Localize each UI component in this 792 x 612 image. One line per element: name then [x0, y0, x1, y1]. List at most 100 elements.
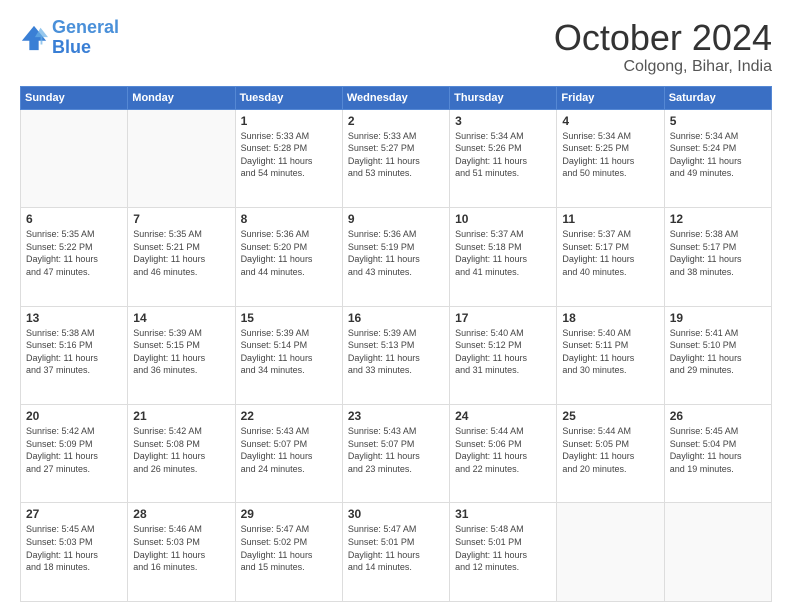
col-monday: Monday: [128, 86, 235, 109]
day-info: Sunrise: 5:34 AM Sunset: 5:25 PM Dayligh…: [562, 130, 658, 180]
calendar-header-row: Sunday Monday Tuesday Wednesday Thursday…: [21, 86, 772, 109]
day-number: 24: [455, 409, 551, 423]
day-info: Sunrise: 5:43 AM Sunset: 5:07 PM Dayligh…: [241, 425, 337, 475]
day-number: 28: [133, 507, 229, 521]
day-info: Sunrise: 5:34 AM Sunset: 5:24 PM Dayligh…: [670, 130, 766, 180]
table-row: 13 Sunrise: 5:38 AM Sunset: 5:16 PM Dayli…: [21, 306, 128, 404]
table-row: 10 Sunrise: 5:37 AM Sunset: 5:18 PM Dayli…: [450, 208, 557, 306]
day-info: Sunrise: 5:40 AM Sunset: 5:11 PM Dayligh…: [562, 327, 658, 377]
day-info: Sunrise: 5:37 AM Sunset: 5:18 PM Dayligh…: [455, 228, 551, 278]
day-number: 8: [241, 212, 337, 226]
table-row: 11 Sunrise: 5:37 AM Sunset: 5:17 PM Dayli…: [557, 208, 664, 306]
day-info: Sunrise: 5:46 AM Sunset: 5:03 PM Dayligh…: [133, 523, 229, 573]
col-friday: Friday: [557, 86, 664, 109]
col-sunday: Sunday: [21, 86, 128, 109]
day-info: Sunrise: 5:47 AM Sunset: 5:01 PM Dayligh…: [348, 523, 444, 573]
table-row: [557, 503, 664, 602]
col-tuesday: Tuesday: [235, 86, 342, 109]
day-number: 7: [133, 212, 229, 226]
title-block: October 2024 Colgong, Bihar, India: [554, 18, 772, 76]
day-info: Sunrise: 5:44 AM Sunset: 5:05 PM Dayligh…: [562, 425, 658, 475]
table-row: 30 Sunrise: 5:47 AM Sunset: 5:01 PM Dayli…: [342, 503, 449, 602]
day-number: 9: [348, 212, 444, 226]
day-number: 1: [241, 114, 337, 128]
day-info: Sunrise: 5:42 AM Sunset: 5:09 PM Dayligh…: [26, 425, 122, 475]
day-number: 17: [455, 311, 551, 325]
day-number: 22: [241, 409, 337, 423]
table-row: 7 Sunrise: 5:35 AM Sunset: 5:21 PM Daylig…: [128, 208, 235, 306]
table-row: 18 Sunrise: 5:40 AM Sunset: 5:11 PM Dayli…: [557, 306, 664, 404]
day-number: 21: [133, 409, 229, 423]
table-row: 1 Sunrise: 5:33 AM Sunset: 5:28 PM Daylig…: [235, 109, 342, 207]
calendar-table: Sunday Monday Tuesday Wednesday Thursday…: [20, 86, 772, 602]
day-number: 16: [348, 311, 444, 325]
table-row: 12 Sunrise: 5:38 AM Sunset: 5:17 PM Dayli…: [664, 208, 771, 306]
day-number: 11: [562, 212, 658, 226]
col-saturday: Saturday: [664, 86, 771, 109]
table-row: 27 Sunrise: 5:45 AM Sunset: 5:03 PM Dayli…: [21, 503, 128, 602]
day-number: 10: [455, 212, 551, 226]
day-number: 5: [670, 114, 766, 128]
logo: General Blue: [20, 18, 119, 58]
day-info: Sunrise: 5:45 AM Sunset: 5:04 PM Dayligh…: [670, 425, 766, 475]
table-row: 5 Sunrise: 5:34 AM Sunset: 5:24 PM Daylig…: [664, 109, 771, 207]
calendar-week-row: 6 Sunrise: 5:35 AM Sunset: 5:22 PM Daylig…: [21, 208, 772, 306]
day-number: 18: [562, 311, 658, 325]
table-row: 9Sunrise: 5:36 AM Sunset: 5:19 PM Daylig…: [342, 208, 449, 306]
day-info: Sunrise: 5:33 AM Sunset: 5:27 PM Dayligh…: [348, 130, 444, 180]
table-row: 4 Sunrise: 5:34 AM Sunset: 5:25 PM Daylig…: [557, 109, 664, 207]
day-info: Sunrise: 5:39 AM Sunset: 5:15 PM Dayligh…: [133, 327, 229, 377]
table-row: 20Sunrise: 5:42 AM Sunset: 5:09 PM Dayli…: [21, 405, 128, 503]
day-number: 26: [670, 409, 766, 423]
day-info: Sunrise: 5:37 AM Sunset: 5:17 PM Dayligh…: [562, 228, 658, 278]
day-number: 15: [241, 311, 337, 325]
day-number: 12: [670, 212, 766, 226]
day-info: Sunrise: 5:36 AM Sunset: 5:20 PM Dayligh…: [241, 228, 337, 278]
table-row: 6 Sunrise: 5:35 AM Sunset: 5:22 PM Daylig…: [21, 208, 128, 306]
day-number: 23: [348, 409, 444, 423]
header: General Blue October 2024 Colgong, Bihar…: [20, 18, 772, 76]
day-number: 6: [26, 212, 122, 226]
day-number: 3: [455, 114, 551, 128]
table-row: 23 Sunrise: 5:43 AM Sunset: 5:07 PM Dayli…: [342, 405, 449, 503]
day-info: Sunrise: 5:35 AM Sunset: 5:21 PM Dayligh…: [133, 228, 229, 278]
calendar-week-row: 20Sunrise: 5:42 AM Sunset: 5:09 PM Dayli…: [21, 405, 772, 503]
table-row: [664, 503, 771, 602]
table-row: 28 Sunrise: 5:46 AM Sunset: 5:03 PM Dayli…: [128, 503, 235, 602]
day-number: 19: [670, 311, 766, 325]
day-info: Sunrise: 5:39 AM Sunset: 5:13 PM Dayligh…: [348, 327, 444, 377]
day-info: Sunrise: 5:41 AM Sunset: 5:10 PM Dayligh…: [670, 327, 766, 377]
day-number: 30: [348, 507, 444, 521]
table-row: 21 Sunrise: 5:42 AM Sunset: 5:08 PM Dayli…: [128, 405, 235, 503]
day-number: 13: [26, 311, 122, 325]
day-info: Sunrise: 5:38 AM Sunset: 5:16 PM Dayligh…: [26, 327, 122, 377]
logo-text: General Blue: [52, 18, 119, 58]
col-wednesday: Wednesday: [342, 86, 449, 109]
day-number: 27: [26, 507, 122, 521]
day-info: Sunrise: 5:35 AM Sunset: 5:22 PM Dayligh…: [26, 228, 122, 278]
table-row: 2 Sunrise: 5:33 AM Sunset: 5:27 PM Daylig…: [342, 109, 449, 207]
day-number: 29: [241, 507, 337, 521]
day-info: Sunrise: 5:45 AM Sunset: 5:03 PM Dayligh…: [26, 523, 122, 573]
table-row: 3Sunrise: 5:34 AM Sunset: 5:26 PM Daylig…: [450, 109, 557, 207]
day-info: Sunrise: 5:39 AM Sunset: 5:14 PM Dayligh…: [241, 327, 337, 377]
month-title: October 2024: [554, 18, 772, 58]
day-info: Sunrise: 5:42 AM Sunset: 5:08 PM Dayligh…: [133, 425, 229, 475]
day-info: Sunrise: 5:47 AM Sunset: 5:02 PM Dayligh…: [241, 523, 337, 573]
col-thursday: Thursday: [450, 86, 557, 109]
day-number: 2: [348, 114, 444, 128]
day-info: Sunrise: 5:38 AM Sunset: 5:17 PM Dayligh…: [670, 228, 766, 278]
day-number: 4: [562, 114, 658, 128]
table-row: 25 Sunrise: 5:44 AM Sunset: 5:05 PM Dayli…: [557, 405, 664, 503]
table-row: 26 Sunrise: 5:45 AM Sunset: 5:04 PM Dayli…: [664, 405, 771, 503]
logo-icon: [20, 24, 48, 52]
table-row: 22 Sunrise: 5:43 AM Sunset: 5:07 PM Dayli…: [235, 405, 342, 503]
table-row: 19 Sunrise: 5:41 AM Sunset: 5:10 PM Dayli…: [664, 306, 771, 404]
table-row: 17Sunrise: 5:40 AM Sunset: 5:12 PM Dayli…: [450, 306, 557, 404]
table-row: 14Sunrise: 5:39 AM Sunset: 5:15 PM Dayli…: [128, 306, 235, 404]
table-row: 16 Sunrise: 5:39 AM Sunset: 5:13 PM Dayli…: [342, 306, 449, 404]
day-number: 25: [562, 409, 658, 423]
day-info: Sunrise: 5:44 AM Sunset: 5:06 PM Dayligh…: [455, 425, 551, 475]
day-info: Sunrise: 5:43 AM Sunset: 5:07 PM Dayligh…: [348, 425, 444, 475]
day-info: Sunrise: 5:33 AM Sunset: 5:28 PM Dayligh…: [241, 130, 337, 180]
